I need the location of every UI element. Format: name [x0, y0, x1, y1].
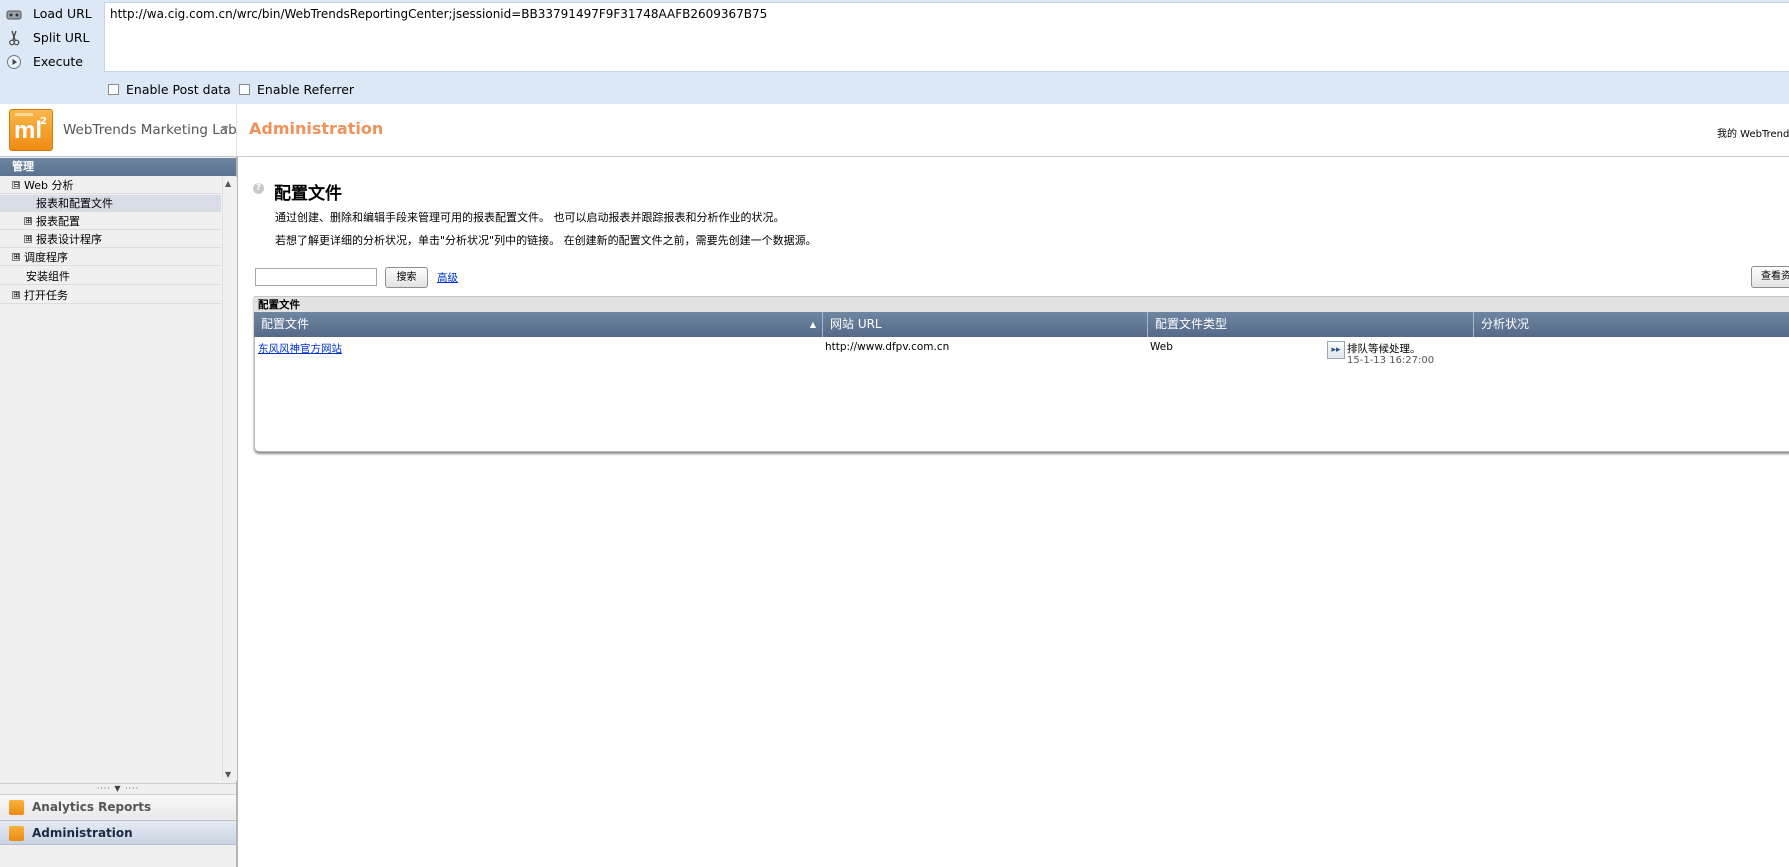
- sidebar-item-report-config[interactable]: ⊞ 报表配置: [0, 213, 221, 230]
- sidebar: 管理 ⊟ Web 分析 报表和配置文件 ⊞ 报表配置 ⊞ 报表设计程序 ⊞ 调度…: [0, 157, 238, 867]
- enable-referrer-checkbox[interactable]: Enable Referrer: [239, 82, 354, 97]
- checkbox-box[interactable]: [239, 84, 250, 95]
- help-icon[interactable]: ?: [253, 183, 264, 194]
- description-line-2: 若想了解更详细的分析状况，单击"分析状况"列中的链接。 在创建新的配置文件之前，…: [275, 234, 817, 247]
- profile-type-cell: Web: [1150, 341, 1173, 353]
- page-title: 配置文件: [274, 184, 342, 204]
- column-header-label: 配置文件类型: [1155, 317, 1228, 331]
- sidebar-item-scheduler[interactable]: ⊞ 调度程序: [0, 249, 221, 266]
- status-timestamp: 15-1-13 16:27:00: [1347, 355, 1435, 366]
- logo-stripe: [15, 113, 33, 116]
- description-line-1: 通过创建、删除和编辑手段来管理可用的报表配置文件。 也可以启动报表并跟踪报表和分…: [275, 211, 785, 224]
- logo-superscript: 2: [40, 116, 47, 127]
- expand-icon[interactable]: ⊞: [12, 253, 20, 261]
- sidebar-scrollbar[interactable]: ▲ ▼: [222, 177, 237, 781]
- column-header-status[interactable]: 分析状况: [1474, 312, 1789, 337]
- grid-header: 配置文件 ▲ 网站 URL 配置文件类型 分析状况: [254, 312, 1789, 337]
- sidebar-item-label: Web 分析: [24, 179, 74, 192]
- panel-title: 配置文件: [254, 296, 1789, 312]
- sidebar-item-label: 报表配置: [36, 215, 80, 228]
- enable-referrer-label: Enable Referrer: [257, 82, 355, 97]
- sidebar-item-label: 打开任务: [24, 289, 68, 302]
- webtrends-logo: ml 2: [9, 109, 53, 151]
- sidebar-item-install-components[interactable]: 安装组件: [0, 268, 221, 285]
- nav-administration[interactable]: Administration: [0, 820, 236, 845]
- load-url-button[interactable]: Load URL: [0, 2, 103, 26]
- nav-label: Analytics Reports: [32, 800, 152, 814]
- sort-ascending-icon[interactable]: ▲: [810, 312, 816, 337]
- split-url-button[interactable]: Split URL: [0, 26, 103, 50]
- column-header-type[interactable]: 配置文件类型: [1148, 312, 1474, 337]
- scroll-up-icon[interactable]: ▲: [225, 179, 231, 188]
- administration-icon: [9, 826, 24, 841]
- column-header-label: 配置文件: [261, 317, 310, 331]
- play-icon: [7, 55, 21, 69]
- app-header: ml 2 WebTrends Marketing Lab ▼ Administr…: [0, 104, 1789, 157]
- sidebar-item-label: 报表和配置文件: [36, 197, 113, 210]
- column-header-profile[interactable]: 配置文件 ▲: [254, 312, 823, 337]
- sidebar-item-report-designer[interactable]: ⊞ 报表设计程序: [0, 231, 221, 248]
- sidebar-heading: 管理: [0, 158, 236, 176]
- load-url-label: Load URL: [33, 6, 92, 21]
- my-webtrends-link[interactable]: 我的 WebTrends |: [1717, 125, 1789, 140]
- hackbar-toolbar: Load URL Split URL Execute http://wa.cig…: [0, 0, 1789, 105]
- chevron-down-icon[interactable]: ▼: [222, 124, 228, 133]
- column-header-label: 分析状况: [1481, 317, 1530, 331]
- sidebar-splitter[interactable]: ···· ▼ ····: [0, 783, 236, 794]
- execute-button[interactable]: Execute: [0, 50, 103, 74]
- header-divider: [236, 104, 237, 156]
- fast-forward-icon[interactable]: ▸▸: [1327, 341, 1345, 359]
- analytics-reports-icon: [9, 800, 24, 815]
- scissors-icon: [9, 30, 20, 46]
- execute-label: Execute: [33, 54, 83, 69]
- search-button[interactable]: 搜索: [385, 267, 428, 288]
- expand-icon[interactable]: ⊞: [24, 235, 32, 243]
- sidebar-item-web-analytics[interactable]: ⊟ Web 分析: [0, 177, 221, 194]
- advanced-search-link[interactable]: 高级: [437, 270, 458, 285]
- enable-post-label: Enable Post data: [126, 82, 231, 97]
- sidebar-item-open-tasks[interactable]: ⊞ 打开任务: [0, 287, 221, 304]
- status-text[interactable]: 排队等候处理。: [1347, 341, 1421, 356]
- collapse-icon[interactable]: ⊟: [12, 181, 20, 189]
- product-name: WebTrends Marketing Lab: [63, 122, 237, 138]
- split-url-label: Split URL: [33, 30, 90, 45]
- sidebar-item-label: 安装组件: [26, 270, 70, 283]
- sidebar-item-label: 调度程序: [24, 251, 68, 264]
- checkbox-box[interactable]: [108, 84, 119, 95]
- nav-label: Administration: [32, 826, 133, 840]
- website-url-cell: http://www.dfpv.com.cn: [825, 341, 950, 353]
- view-all-button[interactable]: 查看资: [1751, 266, 1789, 288]
- enable-post-checkbox[interactable]: Enable Post data: [108, 82, 231, 97]
- load-url-icon: [6, 10, 22, 20]
- profiles-panel: 配置文件 配置文件 ▲ 网站 URL 配置文件类型 分析状况 东风风神官方网站 …: [254, 296, 1789, 452]
- search-input[interactable]: [255, 268, 377, 286]
- sidebar-item-reports-profiles[interactable]: 报表和配置文件: [0, 195, 221, 212]
- expand-icon[interactable]: ⊞: [12, 291, 20, 299]
- url-textarea[interactable]: http://wa.cig.com.cn/wrc/bin/WebTrendsRe…: [104, 2, 1789, 72]
- main-content: ? 配置文件 通过创建、删除和编辑手段来管理可用的报表配置文件。 也可以启动报表…: [240, 157, 1789, 867]
- scroll-down-icon[interactable]: ▼: [225, 770, 231, 779]
- logo-text: ml: [14, 117, 43, 144]
- page-section-title: Administration: [249, 119, 384, 138]
- profile-link[interactable]: 东风风神官方网站: [258, 341, 342, 356]
- sidebar-item-label: 报表设计程序: [36, 233, 102, 246]
- column-header-label: 网站 URL: [830, 317, 882, 331]
- expand-icon[interactable]: ⊞: [24, 217, 32, 225]
- column-header-url[interactable]: 网站 URL: [823, 312, 1148, 337]
- nav-analytics-reports[interactable]: Analytics Reports: [0, 794, 236, 819]
